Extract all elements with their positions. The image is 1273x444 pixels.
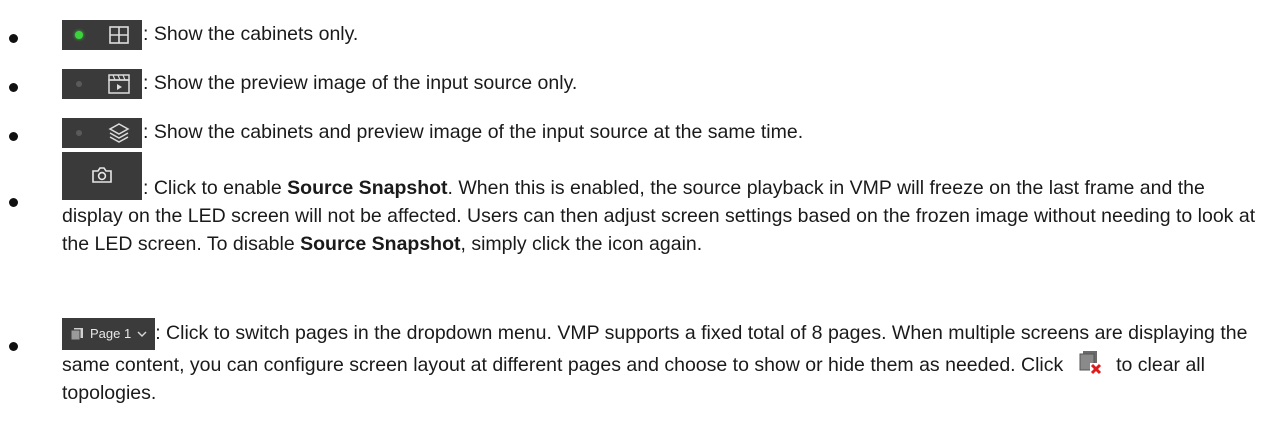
preview-view-button[interactable] — [62, 69, 142, 99]
layered-view-button[interactable] — [62, 118, 142, 148]
clear-topologies-button[interactable] — [1077, 350, 1103, 376]
cabinets-grid-icon — [109, 26, 129, 44]
pages-icon — [70, 328, 83, 341]
source-snapshot-term: Source Snapshot — [300, 233, 461, 255]
item-text: , simply click the icon again. — [460, 233, 703, 255]
chevron-down-icon — [137, 331, 147, 337]
item-text: : Show the preview image of the input so… — [143, 72, 578, 95]
item-text: : Show the cabinets only. — [143, 23, 359, 46]
layers-icon — [108, 123, 130, 143]
page-select-dropdown[interactable]: Page 1 — [62, 318, 156, 350]
bullet — [9, 83, 18, 92]
source-snapshot-term: Source Snapshot — [287, 177, 448, 199]
clapper-preview-icon — [108, 74, 130, 94]
status-dot-active — [75, 31, 83, 39]
source-snapshot-button[interactable] — [62, 152, 142, 200]
clear-topologies-icon — [1079, 351, 1102, 375]
camera-icon — [92, 167, 112, 183]
status-dot-inactive — [76, 81, 82, 87]
page-select-label: Page 1 — [90, 326, 132, 341]
bullet — [9, 34, 18, 43]
status-dot-inactive — [76, 130, 82, 136]
bullet — [9, 342, 18, 351]
cabinets-view-button[interactable] — [62, 20, 142, 50]
bullet — [9, 198, 18, 207]
item-text: : Click to enable — [143, 177, 288, 199]
item-text: : Click to switch pages in the dropdown … — [62, 322, 1248, 376]
bullet — [9, 132, 18, 141]
item-text: : Show the cabinets and preview image of… — [143, 121, 804, 144]
